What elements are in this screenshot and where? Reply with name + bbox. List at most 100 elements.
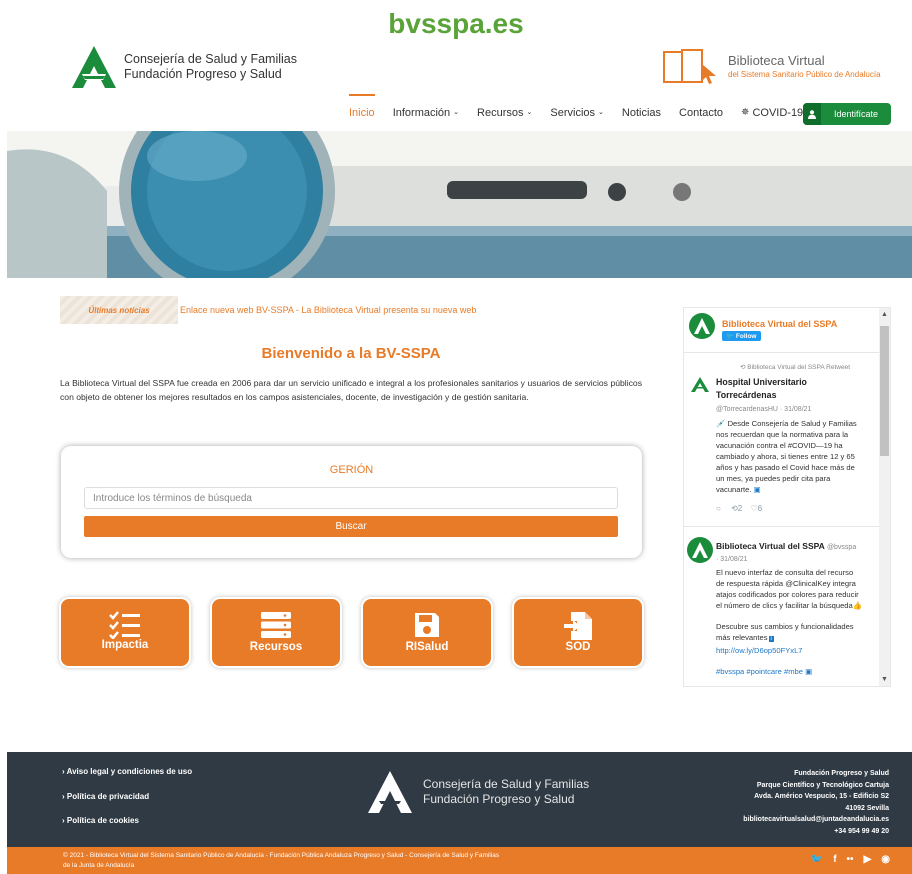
- footer-link-label: Política de privacidad: [66, 791, 150, 801]
- chevron-down-icon: ⌄: [526, 109, 533, 116]
- document-import-icon: [564, 612, 592, 640]
- contact-phone: +34 954 99 49 20: [834, 827, 889, 835]
- tweet2-header[interactable]: Biblioteca Virtual del SSPA @bvsspa: [716, 541, 856, 553]
- junta-logo[interactable]: Consejería de Salud y Familias Fundación…: [70, 44, 297, 90]
- copyright-line: © 2021 - Biblioteca Virtual del Sistema …: [63, 852, 500, 859]
- tweet2-author: Biblioteca Virtual del SSPA: [716, 541, 825, 551]
- search-button[interactable]: Buscar: [84, 516, 618, 537]
- footer-link-cookies[interactable]: › Política de cookies: [62, 816, 192, 841]
- virus-icon: ✵: [741, 107, 750, 118]
- tweet2-handle: @bvsspa: [826, 544, 857, 551]
- tweet2-line: El nuevo interfaz de consulta del recurs…: [716, 568, 854, 577]
- retweet-icon[interactable]: ⟲: [731, 504, 738, 513]
- footer-address: Fundación Progreso y Salud Parque Cientí…: [743, 768, 889, 837]
- tweet1-handle-date: @TorrecardenasHU · 31/08/21: [716, 406, 812, 413]
- book-cursor-icon: [663, 49, 716, 84]
- nav-label: Contacto: [679, 107, 724, 119]
- tweet1-line: 💉 Desde Consejería de Salud y Familias: [716, 419, 857, 428]
- org-line1: Consejería de Salud y Familias: [124, 52, 297, 66]
- nav-servicios[interactable]: Servicios ⌄: [541, 100, 613, 126]
- address-line: Parque Científico y Tecnológico Cartuja: [756, 781, 889, 789]
- social-links: 🐦 f •• ▶ ◉: [811, 854, 890, 865]
- search-input[interactable]: [84, 487, 618, 509]
- tweet2-line: más relevantes: [716, 633, 768, 642]
- reply-icon[interactable]: ○: [716, 504, 721, 513]
- tile-risalud[interactable]: RISalud: [363, 599, 491, 666]
- news-items[interactable]: Enlace nueva web BV-SSPA - La Biblioteca…: [180, 305, 476, 315]
- checklist-icon: [109, 611, 140, 639]
- stethoscope-laptop-illustration: [7, 131, 912, 278]
- flickr-icon[interactable]: ••: [847, 854, 854, 865]
- nav-recursos[interactable]: Recursos ⌄: [468, 100, 541, 126]
- facebook-icon[interactable]: f: [833, 854, 836, 865]
- library-subtitle: del Sistema Sanitario Público de Andaluc…: [728, 70, 881, 79]
- tweet2-line: de respuesta rápida @ClinicalKey integra: [716, 579, 856, 588]
- nav-label: Noticias: [621, 107, 662, 119]
- tile-label: Impactia: [101, 639, 149, 651]
- tweet1-author-line2: Torrecárdenas: [716, 390, 777, 400]
- contact-email[interactable]: bibliotecavirtualsalud@juntadeandalucia.…: [743, 814, 889, 826]
- user-icon: [803, 103, 821, 125]
- footer-logo: Consejería de Salud y Familias Fundación…: [365, 769, 589, 815]
- twitter-icon[interactable]: 🐦: [811, 854, 823, 865]
- footer-org-line1: Consejería de Salud y Familias: [423, 777, 590, 791]
- rss-icon[interactable]: ◉: [881, 854, 890, 865]
- login-button[interactable]: Identifícate: [803, 103, 891, 125]
- account-avatar: [689, 313, 715, 339]
- nav-inicio[interactable]: Inicio: [340, 94, 384, 126]
- search-panel: GERIÓN Buscar: [61, 446, 642, 558]
- retweet-note: ⟲ Biblioteca Virtual del SSPA Retweet: [740, 362, 850, 373]
- news-badge: Últimas noticias: [60, 296, 178, 324]
- bvsspa-logo[interactable]: Biblioteca Virtual del Sistema Sanitario…: [660, 46, 881, 86]
- nav-noticias[interactable]: Noticias: [613, 100, 670, 126]
- tweet2-hashtags[interactable]: #bvsspa #pointcare #mbe: [716, 667, 803, 676]
- tweet1-line: vacunación contra el #COVID—19 ha: [716, 441, 843, 450]
- tile-impactia[interactable]: Impactia: [61, 599, 189, 666]
- library-title: Biblioteca Virtual: [728, 53, 825, 68]
- retweet-count: 2: [737, 504, 743, 513]
- footer-link-legal[interactable]: › Aviso legal y condiciones de uso: [62, 767, 192, 792]
- tweet1-line: cambiado y ahora, si tienes entre 12 y 6…: [716, 452, 855, 461]
- follow-label: Follow: [735, 333, 757, 340]
- scroll-down-icon[interactable]: ▼: [879, 676, 890, 683]
- address-line: 41092 Sevilla: [845, 804, 889, 812]
- nav-label: Información: [392, 107, 451, 119]
- image-icon[interactable]: ▣: [805, 667, 812, 676]
- tweet2-line: atajos codificados por colores para redu…: [716, 590, 859, 599]
- news-ticker[interactable]: Últimas noticias Enlace nueva web BV-SSP…: [60, 296, 476, 324]
- login-label: Identifícate: [833, 109, 879, 119]
- tile-recursos[interactable]: Recursos: [212, 599, 340, 666]
- scroll-up-icon[interactable]: ▲: [879, 311, 890, 318]
- address-line: Avda. Américo Vespucio, 15 - Edificio S2: [754, 793, 889, 800]
- follow-button[interactable]: 🐦 Follow: [722, 331, 761, 341]
- nav-informacion[interactable]: Información ⌄: [384, 100, 468, 126]
- hospital-avatar: [691, 377, 709, 392]
- footer-link-privacy[interactable]: › Política de privacidad: [62, 792, 192, 817]
- search-title: GERIÓN: [329, 464, 374, 476]
- scroll-thumb[interactable]: [880, 326, 889, 456]
- nav-label: Recursos: [477, 107, 524, 119]
- heart-icon[interactable]: ♡: [750, 504, 757, 513]
- tile-label: Recursos: [249, 641, 303, 653]
- tweet2-date: · 31/08/21: [716, 556, 748, 563]
- welcome-title: Bienvenido a la BV-SSPA: [261, 345, 441, 362]
- tile-sod[interactable]: SOD: [514, 599, 642, 666]
- tweet2-line: Descubre sus cambios y funcionalidades: [716, 622, 854, 631]
- footer-link-label: Política de cookies: [66, 816, 139, 825]
- timeline-scrollbar[interactable]: ▲ ▼: [879, 308, 890, 686]
- youtube-icon[interactable]: ▶: [864, 854, 872, 865]
- tweet2-text: El nuevo interfaz de consulta del recurs…: [716, 567, 862, 677]
- tweet1-line: años y has pasado el Covid hace más de: [716, 463, 855, 472]
- nav-contacto[interactable]: Contacto: [670, 100, 732, 126]
- tweet1-author[interactable]: Hospital Universitario Torrecárdenas: [716, 376, 807, 402]
- site-title: bvsspa.es: [388, 8, 524, 39]
- tweet1-line: vacunarte.: [716, 485, 752, 494]
- junta-a-icon: [72, 46, 116, 88]
- tile-label: RISalud: [405, 641, 449, 653]
- tweet2-link[interactable]: http://ow.ly/D6op50FYxL7: [716, 645, 862, 656]
- main-nav: Inicio Información ⌄ Recursos ⌄ Servicios ⌄…: [340, 94, 821, 126]
- twitter-timeline[interactable]: Biblioteca Virtual del SSPA 🐦 Follow ⟲ B…: [683, 307, 891, 687]
- account-name[interactable]: Biblioteca Virtual del SSPA: [722, 319, 837, 329]
- image-icon[interactable]: ▣: [754, 485, 761, 494]
- info-icon: i: [768, 636, 774, 642]
